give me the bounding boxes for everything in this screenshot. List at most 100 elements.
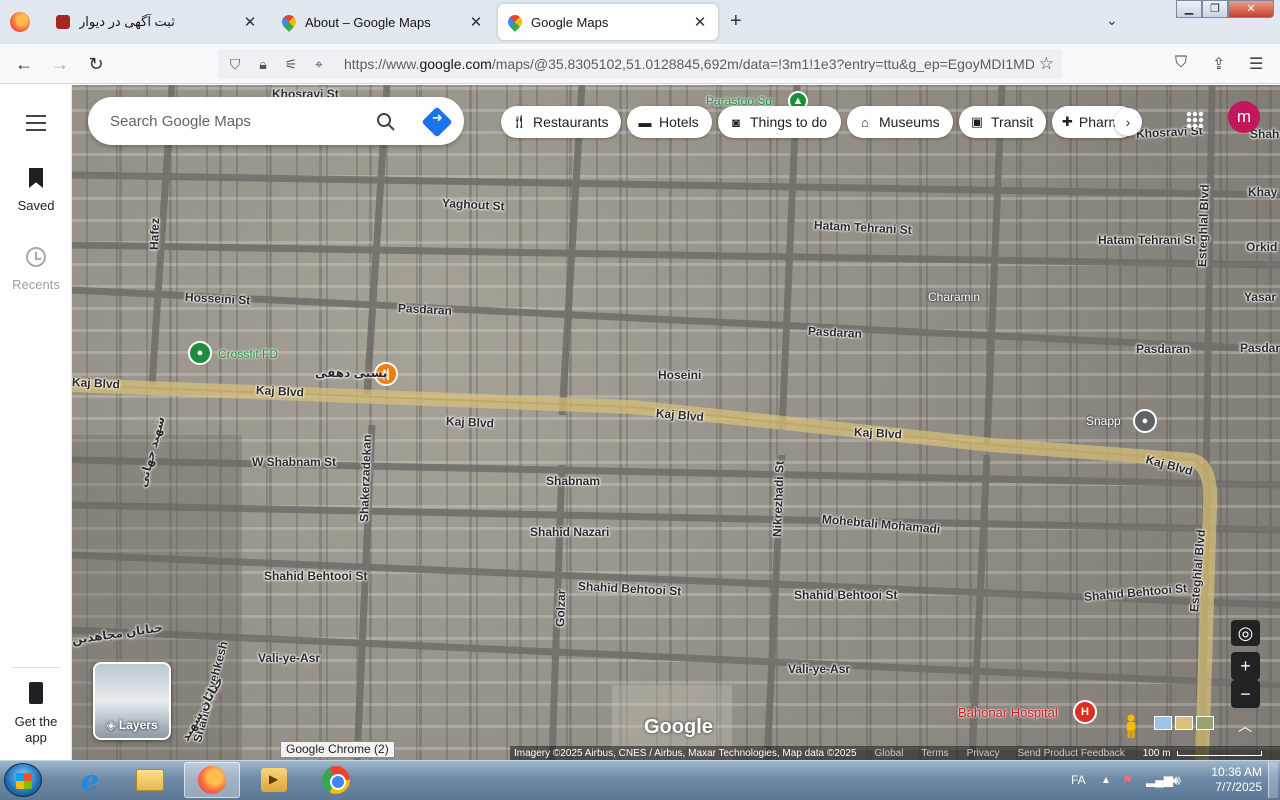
close-window-button[interactable]: ✕ xyxy=(1228,0,1274,18)
app-menu-icon[interactable]: ☰ xyxy=(1249,54,1263,74)
chip-museums[interactable]: ⌂ Museums xyxy=(847,106,953,138)
train-icon: ▣ xyxy=(970,114,984,129)
chevron-right-icon[interactable]: › xyxy=(1114,108,1142,136)
place-label-snapp[interactable]: Snapp xyxy=(1086,414,1121,428)
imagery-thumbnail[interactable] xyxy=(1154,716,1172,730)
bookmark-star-icon[interactable]: ☆ xyxy=(1039,54,1054,74)
imagery-thumbnail[interactable] xyxy=(1196,716,1214,730)
street-label: Khay xyxy=(1248,185,1278,199)
scale-label[interactable]: 100 m xyxy=(1143,748,1171,759)
chip-restaurants[interactable]: 🍴︎ Restaurants xyxy=(501,106,621,138)
tab-about-maps[interactable]: About – Google Maps ✕ xyxy=(272,4,494,40)
terms-link[interactable]: Terms xyxy=(921,748,948,759)
show-desktop-button[interactable] xyxy=(1268,762,1278,798)
taskbar-firefox[interactable] xyxy=(184,762,240,798)
street-label: Kaj Blvd xyxy=(255,383,305,400)
minimize-button[interactable]: ▁ xyxy=(1176,0,1202,18)
chip-label: Restaurants xyxy=(533,114,609,130)
imagery-credit: Imagery ©2025 Airbus, CNES / Airbus, Max… xyxy=(514,747,857,759)
camera-icon: ◙ xyxy=(732,114,740,130)
layers-label: Layers xyxy=(118,718,158,732)
street-label: Pasdar xyxy=(1240,341,1280,355)
tab-divar[interactable]: ثبت آگهی در دیوار ✕ xyxy=(46,4,268,40)
action-center-icon[interactable]: ⚑ xyxy=(1122,760,1133,800)
global-link[interactable]: Global xyxy=(875,748,904,759)
place-label-pasti[interactable]: پستی دهقی xyxy=(315,366,387,380)
system-clock[interactable]: 10:36 AM 7/7/2025 xyxy=(1196,765,1262,795)
network-icon[interactable]: ▂▄▆ xyxy=(1146,760,1173,800)
search-box xyxy=(88,97,464,145)
street-label: Shabnam xyxy=(546,474,601,488)
firefox-icon[interactable] xyxy=(10,12,30,32)
recents-button[interactable]: Recents xyxy=(0,247,72,292)
back-button[interactable]: ← xyxy=(12,52,36,76)
street-label: Hatam Tehrani St xyxy=(1098,233,1196,247)
layers-button[interactable]: ◈ Layers xyxy=(93,662,171,740)
my-location-icon[interactable]: ◎ xyxy=(1231,620,1260,646)
address-bar[interactable]: ⛉ 🔒︎ ⚟ ⌖ https://www.google.com/maps/@35… xyxy=(218,49,1062,79)
street-label: W Shabnam St xyxy=(252,455,337,469)
recents-label: Recents xyxy=(12,277,60,292)
show-hidden-icons-icon[interactable]: ▲ xyxy=(1101,760,1111,800)
pegman-icon[interactable] xyxy=(1124,714,1138,738)
tracking-protection-shield-icon[interactable]: ⛉ xyxy=(224,56,246,73)
feedback-link[interactable]: Send Product Feedback xyxy=(1017,748,1124,759)
saved-label: Saved xyxy=(17,198,55,213)
close-tab-icon[interactable]: ✕ xyxy=(468,13,484,31)
folder-icon xyxy=(136,769,164,791)
zoom-in-button[interactable]: + xyxy=(1231,652,1260,680)
taskbar-file-explorer[interactable] xyxy=(122,762,178,798)
taskbar-internet-explorer[interactable]: e xyxy=(62,762,118,798)
place-label-crossfit[interactable]: Crossfit FD xyxy=(218,347,278,361)
chip-transit[interactable]: ▣ Transit xyxy=(959,106,1046,138)
divar-icon xyxy=(56,15,70,29)
place-pin-icon[interactable]: ● xyxy=(1133,409,1157,433)
account-avatar[interactable]: m xyxy=(1228,101,1260,133)
language-indicator[interactable]: FA xyxy=(1071,760,1086,800)
zoom-out-button[interactable]: − xyxy=(1231,680,1260,708)
street-label: Vali-ye-Asr xyxy=(258,651,321,665)
permissions-icon[interactable]: ⚟ xyxy=(280,56,302,73)
pharmacy-icon: ✚ xyxy=(1062,114,1073,129)
search-input[interactable] xyxy=(110,109,370,133)
chevron-up-icon[interactable]: ︿ xyxy=(1238,716,1252,736)
menu-icon[interactable] xyxy=(26,115,46,136)
location-permission-icon[interactable]: ⌖ xyxy=(308,56,330,73)
taskbar-chrome[interactable] xyxy=(308,762,364,798)
street-label: Pasdaran xyxy=(1136,342,1191,356)
imagery-thumbnail[interactable] xyxy=(1175,716,1193,730)
google-logo: Google xyxy=(644,716,713,738)
extensions-icon[interactable]: ⇪ xyxy=(1212,54,1225,74)
close-tab-icon[interactable]: ✕ xyxy=(242,13,258,31)
search-icon[interactable] xyxy=(376,112,396,132)
lock-icon[interactable]: 🔒︎ xyxy=(252,56,274,73)
map-attribution-bar: Imagery ©2025 Airbus, CNES / Airbus, Max… xyxy=(510,746,1280,760)
chip-things-to-do[interactable]: ◙ Things to do xyxy=(718,106,841,138)
place-label-hospital[interactable]: Bahonar Hospital xyxy=(958,705,1058,720)
street-label: Hoseini xyxy=(658,368,702,382)
forward-button[interactable]: → xyxy=(48,52,72,76)
url-host: google.com xyxy=(419,56,492,72)
chip-hotels[interactable]: ▬ Hotels xyxy=(627,106,712,138)
hospital-place-icon[interactable]: H xyxy=(1073,700,1097,724)
gym-place-icon[interactable]: ● xyxy=(188,341,212,365)
chip-label: Hotels xyxy=(659,114,699,130)
get-the-app-button[interactable]: Get the app xyxy=(0,682,72,746)
privacy-link[interactable]: Privacy xyxy=(967,748,1000,759)
taskbar-media-player[interactable] xyxy=(246,762,302,798)
google-apps-icon[interactable] xyxy=(1186,111,1204,129)
close-tab-icon[interactable]: ✕ xyxy=(692,13,708,31)
saved-button[interactable]: Saved xyxy=(0,168,72,213)
new-tab-button[interactable]: + xyxy=(730,10,742,33)
volume-icon[interactable]: 🔊︎ xyxy=(1172,760,1181,800)
chip-label: Museums xyxy=(879,114,940,130)
list-all-tabs-icon[interactable]: ⌄ xyxy=(1106,12,1118,29)
url-path: /maps/@35.8305102,51.0128845,692m/data=!… xyxy=(491,56,1034,72)
satellite-map[interactable]: Khosravi St Khosravi St Yaghout St Hatam… xyxy=(72,85,1280,760)
url-text[interactable]: https://www.google.com/maps/@35.8305102,… xyxy=(344,56,1034,72)
maximize-button[interactable]: ❐ xyxy=(1202,0,1228,18)
pocket-icon[interactable]: ⛉ xyxy=(1175,54,1187,72)
reload-button[interactable]: ↻ xyxy=(84,52,108,76)
start-button[interactable] xyxy=(4,763,42,797)
tab-google-maps[interactable]: Google Maps ✕ xyxy=(498,4,718,40)
